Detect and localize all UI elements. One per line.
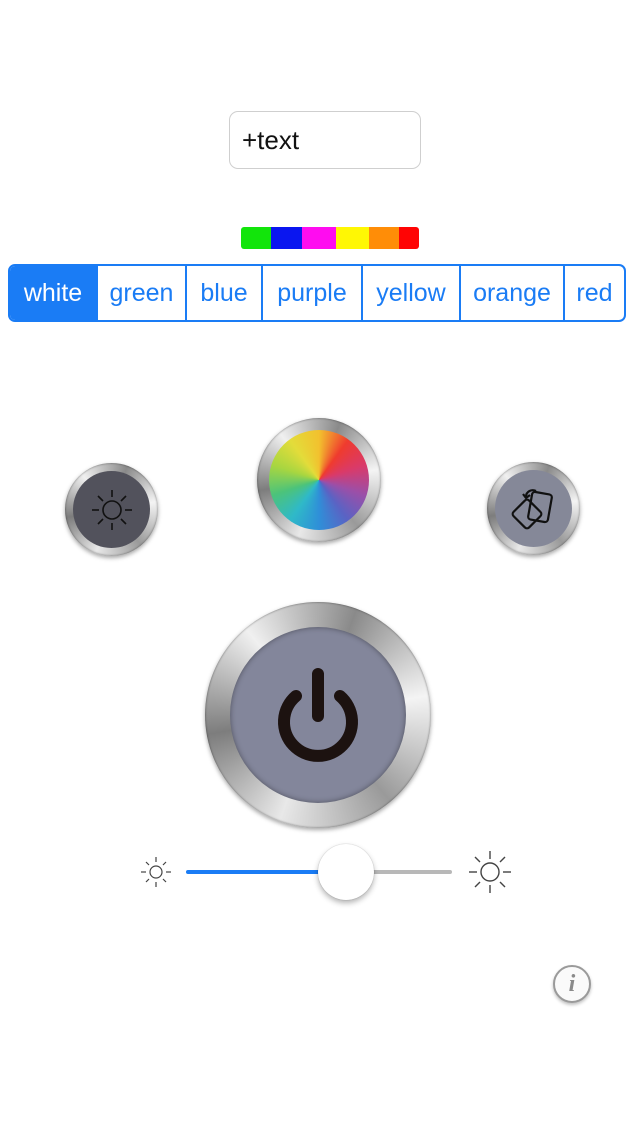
- brightness-slider[interactable]: [186, 844, 452, 900]
- color-strip: [241, 227, 419, 249]
- flip-face: [495, 470, 572, 547]
- sun-large-icon: [469, 851, 511, 893]
- segment-red[interactable]: red: [565, 266, 624, 320]
- segment-white[interactable]: white: [10, 266, 98, 320]
- segment-blue[interactable]: blue: [187, 266, 263, 320]
- color-swatch-blue: [271, 227, 302, 249]
- slider-thumb[interactable]: [317, 844, 374, 900]
- power-face: [230, 627, 406, 803]
- segment-green[interactable]: green: [98, 266, 187, 320]
- segment-purple[interactable]: purple: [263, 266, 363, 320]
- color-swatch-red: [399, 227, 419, 249]
- color-swatch-magenta: [302, 227, 336, 249]
- brightness-mode-face: [73, 471, 150, 548]
- sun-icon: [91, 489, 132, 530]
- power-button[interactable]: [205, 602, 431, 828]
- color-swatch-green: [241, 227, 271, 249]
- segment-yellow[interactable]: yellow: [363, 266, 461, 320]
- color-wheel-icon: [269, 430, 369, 530]
- sun-small-icon: [141, 857, 171, 887]
- color-wheel-button[interactable]: [257, 418, 381, 542]
- info-button[interactable]: i: [553, 965, 591, 1003]
- brightness-mode-button[interactable]: [65, 463, 158, 556]
- add-text-label: +text: [242, 124, 300, 155]
- color-segmented-control: white green blue purple yellow orange re…: [8, 264, 626, 322]
- segment-orange[interactable]: orange: [461, 266, 565, 320]
- flip-cards-icon: [511, 488, 553, 529]
- add-text-button[interactable]: +text: [229, 111, 421, 169]
- color-swatch-yellow: [336, 227, 369, 249]
- info-icon: i: [568, 970, 576, 997]
- power-icon: [278, 668, 358, 762]
- color-swatch-orange: [369, 227, 399, 249]
- flip-button[interactable]: [487, 462, 580, 555]
